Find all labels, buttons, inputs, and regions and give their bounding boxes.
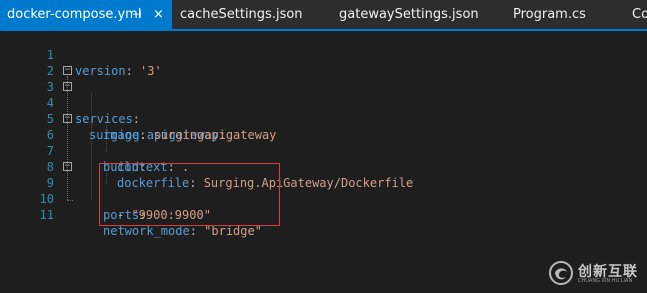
tab-gateway-settings[interactable]: gatewaySettings.json bbox=[339, 0, 479, 29]
tab-overflow[interactable]: Co bbox=[632, 0, 647, 29]
collapse-icon[interactable]: − bbox=[63, 114, 72, 123]
code-line: 8 dockerfile: Surging.ApiGateway/Dockerf… bbox=[0, 143, 647, 190]
yaml-separator: : bbox=[189, 224, 205, 238]
collapse-icon[interactable]: − bbox=[63, 162, 72, 171]
code-editor[interactable]: 1 version: '3' 2 3 − services: 4 − surgi… bbox=[0, 31, 647, 293]
yaml-list-dash: - bbox=[117, 208, 132, 222]
editor-tab-bar: docker-compose.yml ⊣ × cacheSettings.jso… bbox=[0, 0, 647, 29]
tab-label: gatewaySettings.json bbox=[339, 7, 479, 22]
tab-label: docker-compose.yml bbox=[7, 7, 142, 22]
line-number: 11 bbox=[39, 208, 54, 222]
watermark: 创新互联 CHUANG XIN HU LIAN bbox=[548, 258, 647, 288]
code-line: 3 − services: bbox=[0, 63, 647, 127]
code-line: 5 image: surgingapigateway bbox=[0, 95, 647, 142]
code-line: 6 − build: bbox=[0, 111, 647, 175]
code-line: 11 network_mode: "bridge" bbox=[0, 191, 647, 238]
tab-docker-compose[interactable]: docker-compose.yml ⊣ × bbox=[0, 0, 172, 29]
code-line: 2 bbox=[0, 47, 647, 78]
tab-label: Program.cs bbox=[513, 7, 586, 22]
yaml-value: "bridge" bbox=[204, 224, 262, 238]
pin-icon[interactable]: ⊣ bbox=[132, 0, 142, 29]
collapse-icon[interactable]: − bbox=[63, 66, 72, 75]
collapse-icon[interactable]: − bbox=[63, 82, 72, 91]
yaml-key: network_mode bbox=[103, 224, 190, 238]
code-line: 1 version: '3' bbox=[0, 31, 647, 78]
close-icon[interactable]: × bbox=[153, 0, 164, 29]
tab-program-cs[interactable]: Program.cs bbox=[513, 0, 586, 29]
code-text: - "9900:9900" bbox=[117, 207, 211, 223]
tab-label: cacheSettings.json bbox=[180, 7, 303, 22]
code-line: 4 − surging.apigateway: bbox=[0, 79, 647, 143]
code-line: 7 context: . bbox=[0, 127, 647, 174]
code-line: 10 - "9900:9900" bbox=[0, 175, 647, 222]
code-line: 9 − ports: bbox=[0, 159, 647, 223]
yaml-value: "9900:9900" bbox=[131, 208, 211, 222]
watermark-subtext: CHUANG XIN HU LIAN bbox=[578, 278, 633, 284]
tab-cache-settings[interactable]: cacheSettings.json bbox=[180, 0, 303, 29]
circle-swirl-logo-icon bbox=[549, 261, 573, 285]
code-text: network_mode: "bridge" bbox=[103, 223, 262, 239]
tab-label: Co bbox=[632, 7, 647, 22]
